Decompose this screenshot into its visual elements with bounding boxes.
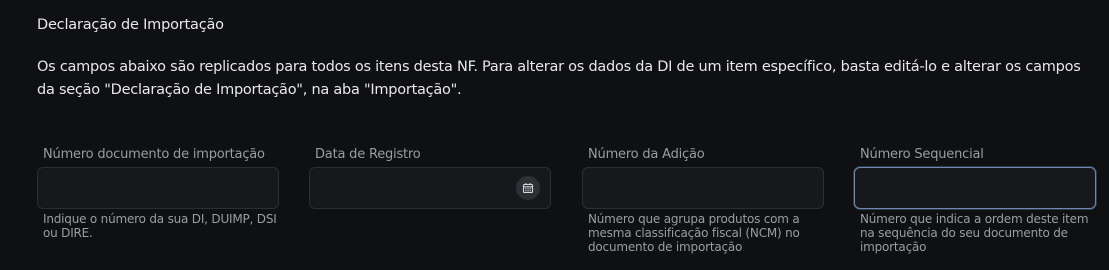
addition-number-helper: Número que agrupa produtos com a mesma c… [588,212,800,254]
registration-date-input[interactable] [310,168,550,208]
registration-date-label: Data de Registro [315,147,421,162]
addition-number-input[interactable] [583,168,823,208]
import-document-number-helper: Indique o número da sua DI, DUIMP, DSI o… [43,212,277,240]
import-declaration-panel: Declaração de Importação Os campos abaix… [0,0,1109,270]
addition-number-box [582,167,824,209]
sequential-number-helper: Número que indica a ordem deste item na … [860,212,1089,254]
field-import-document-number: Número documento de importação Indique o… [37,146,279,240]
calendar-icon [522,183,534,194]
section-title: Declaração de Importação [37,17,224,33]
sequential-number-input[interactable] [855,168,1095,208]
section-description: Os campos abaixo são replicados para tod… [37,59,1081,98]
sequential-number-box [854,167,1096,209]
import-document-number-label: Número documento de importação [43,147,265,162]
field-addition-number: Número da Adição Número que agrupa produ… [582,146,824,254]
field-registration-date: Data de Registro [309,146,551,209]
calendar-button[interactable] [516,176,540,200]
import-document-number-box [37,167,279,209]
sequential-number-label: Número Sequencial [860,147,984,162]
import-document-number-input[interactable] [38,168,278,208]
registration-date-box [309,167,551,209]
addition-number-label: Número da Adição [588,147,705,162]
field-sequential-number: Número Sequencial Número que indica a or… [854,146,1096,254]
